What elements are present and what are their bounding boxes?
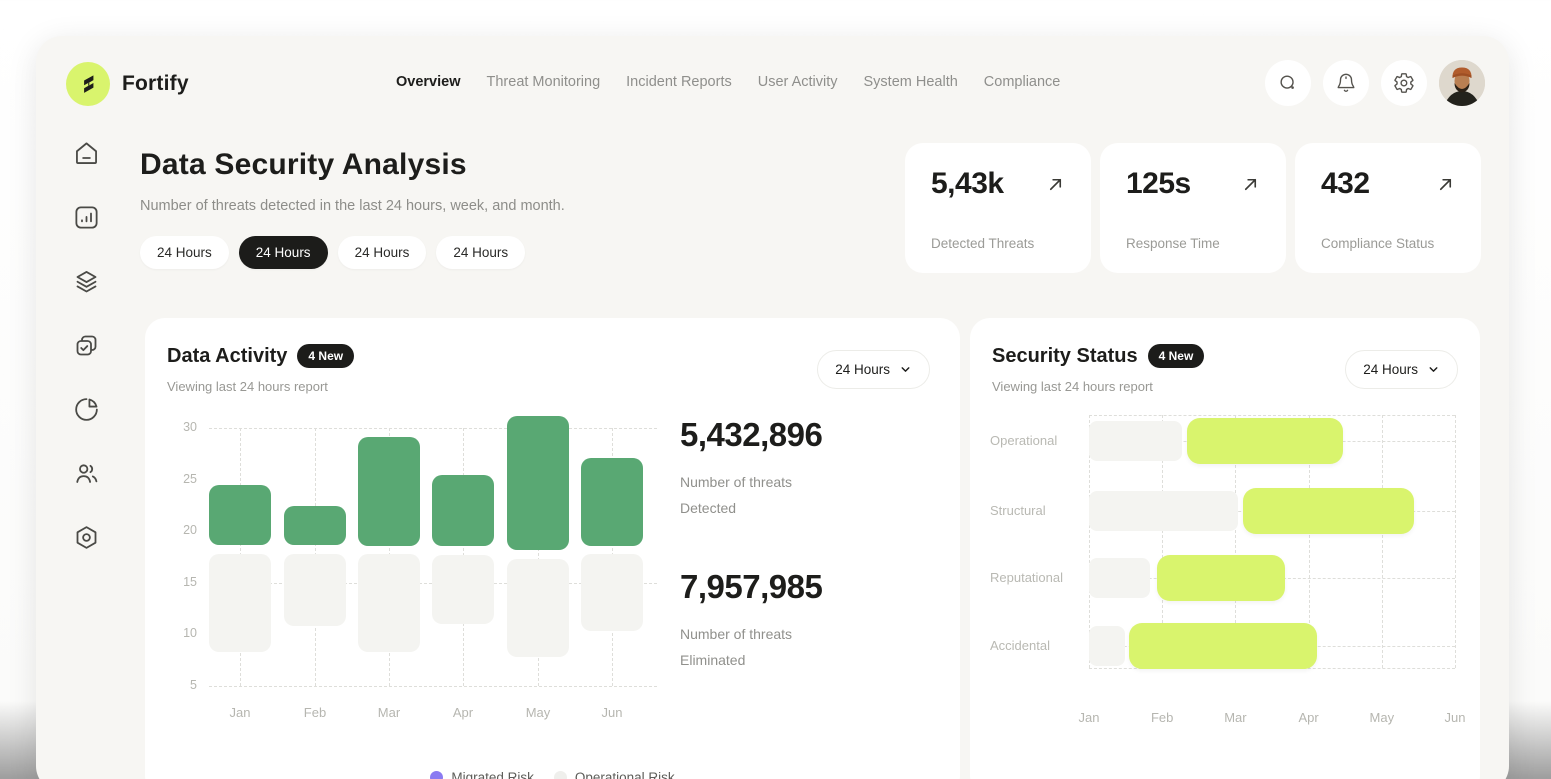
header-actions bbox=[1265, 60, 1485, 106]
brand: Fortify bbox=[66, 62, 189, 106]
stat-card-detected-threats: 5,43k Detected Threats bbox=[905, 143, 1091, 273]
nav-incident-reports[interactable]: Incident Reports bbox=[626, 74, 732, 90]
nav-system-health[interactable]: System Health bbox=[864, 74, 958, 90]
card-title: Security Status bbox=[992, 345, 1138, 368]
arrow-up-right-icon[interactable] bbox=[1436, 175, 1455, 194]
page-title: Data Security Analysis bbox=[140, 148, 467, 182]
filter-24-hours-4[interactable]: 24 Hours bbox=[436, 236, 525, 269]
legend-item: Operational Risk bbox=[554, 770, 675, 779]
legend-label: Migrated Risk bbox=[451, 770, 534, 779]
stat-value: 432 bbox=[1321, 167, 1370, 201]
sidebar-item-pie-chart-icon[interactable] bbox=[73, 396, 100, 423]
notifications-button[interactable] bbox=[1323, 60, 1369, 106]
card-title: Data Activity bbox=[167, 345, 287, 368]
sidebar-item-layers-icon[interactable] bbox=[73, 268, 100, 295]
nav-user-activity[interactable]: User Activity bbox=[758, 74, 838, 90]
threats-detected-value: 5,432,896 bbox=[680, 416, 822, 454]
stat-label: Response Time bbox=[1126, 236, 1220, 251]
arrow-up-right-icon[interactable] bbox=[1046, 175, 1065, 194]
new-count-badge: 4 New bbox=[1148, 344, 1205, 368]
bar-chart: 30252015105JanFebMarAprMayJun bbox=[167, 410, 672, 740]
stat-label: Detected Threats bbox=[931, 236, 1034, 251]
stat-value: 125s bbox=[1126, 167, 1191, 201]
threats-eliminated-value: 7,957,985 bbox=[680, 568, 822, 606]
threats-eliminated-label: Number of threats Eliminated bbox=[680, 622, 822, 674]
nav-threat-monitoring[interactable]: Threat Monitoring bbox=[487, 74, 601, 90]
stat-card-response-time: 125s Response Time bbox=[1100, 143, 1286, 273]
nav-compliance[interactable]: Compliance bbox=[984, 74, 1061, 90]
settings-button[interactable] bbox=[1381, 60, 1427, 106]
stat-label: Compliance Status bbox=[1321, 236, 1434, 251]
page-subtitle: Number of threats detected in the last 2… bbox=[140, 198, 565, 214]
card-subtitle: Viewing last 24 hours report bbox=[167, 379, 354, 394]
sidebar-item-users-icon[interactable] bbox=[73, 460, 100, 487]
threats-detected-label: Number of threats Detected bbox=[680, 470, 822, 522]
nav-overview[interactable]: Overview bbox=[396, 74, 461, 90]
legend-label: Operational Risk bbox=[575, 770, 675, 779]
bell-icon bbox=[1335, 72, 1357, 94]
fortify-logo-icon bbox=[66, 62, 110, 106]
filter-24-hours-2-active[interactable]: 24 Hours bbox=[239, 236, 328, 269]
main-nav: Overview Threat Monitoring Incident Repo… bbox=[396, 74, 1060, 90]
sidebar-item-security-icon[interactable] bbox=[73, 524, 100, 551]
sidebar-item-tasks-icon[interactable] bbox=[73, 332, 100, 359]
security-status-period-dropdown[interactable]: 24 Hours bbox=[1345, 350, 1458, 389]
arrow-up-right-icon[interactable] bbox=[1241, 175, 1260, 194]
horizontal-bar-chart: OperationalStructuralReputationalAcciden… bbox=[990, 410, 1460, 760]
legend-dot bbox=[430, 771, 443, 779]
card-subtitle: Viewing last 24 hours report bbox=[992, 379, 1204, 394]
new-count-badge: 4 New bbox=[297, 344, 354, 368]
security-status-card: Security Status 4 New Viewing last 24 ho… bbox=[970, 318, 1480, 779]
legend-item: Migrated Risk bbox=[430, 770, 534, 779]
gear-icon bbox=[1393, 72, 1415, 94]
stat-card-compliance-status: 432 Compliance Status bbox=[1295, 143, 1481, 273]
sidebar-item-analytics-icon[interactable] bbox=[73, 204, 100, 231]
dropdown-value: 24 Hours bbox=[1363, 362, 1418, 377]
stat-value: 5,43k bbox=[931, 167, 1004, 201]
filter-24-hours-3[interactable]: 24 Hours bbox=[338, 236, 427, 269]
data-activity-legend: Migrated Risk Operational Risk bbox=[145, 770, 960, 779]
dashboard-panel: Fortify Overview Threat Monitoring Incid… bbox=[36, 36, 1509, 779]
search-button[interactable] bbox=[1265, 60, 1311, 106]
brand-name: Fortify bbox=[122, 72, 189, 96]
chevron-down-icon bbox=[899, 363, 912, 376]
search-icon bbox=[1277, 72, 1299, 94]
dropdown-value: 24 Hours bbox=[835, 362, 890, 377]
data-activity-card: Data Activity 4 New Viewing last 24 hour… bbox=[145, 318, 960, 779]
sidebar-item-home-icon[interactable] bbox=[73, 140, 100, 167]
filter-24-hours-1[interactable]: 24 Hours bbox=[140, 236, 229, 269]
sidebar bbox=[73, 140, 100, 551]
threat-metrics: 5,432,896 Number of threats Detected 7,9… bbox=[680, 416, 822, 674]
data-activity-period-dropdown[interactable]: 24 Hours bbox=[817, 350, 930, 389]
time-filters: 24 Hours 24 Hours 24 Hours 24 Hours bbox=[140, 236, 525, 269]
legend-dot bbox=[554, 771, 567, 779]
user-avatar[interactable] bbox=[1439, 60, 1485, 106]
chevron-down-icon bbox=[1427, 363, 1440, 376]
